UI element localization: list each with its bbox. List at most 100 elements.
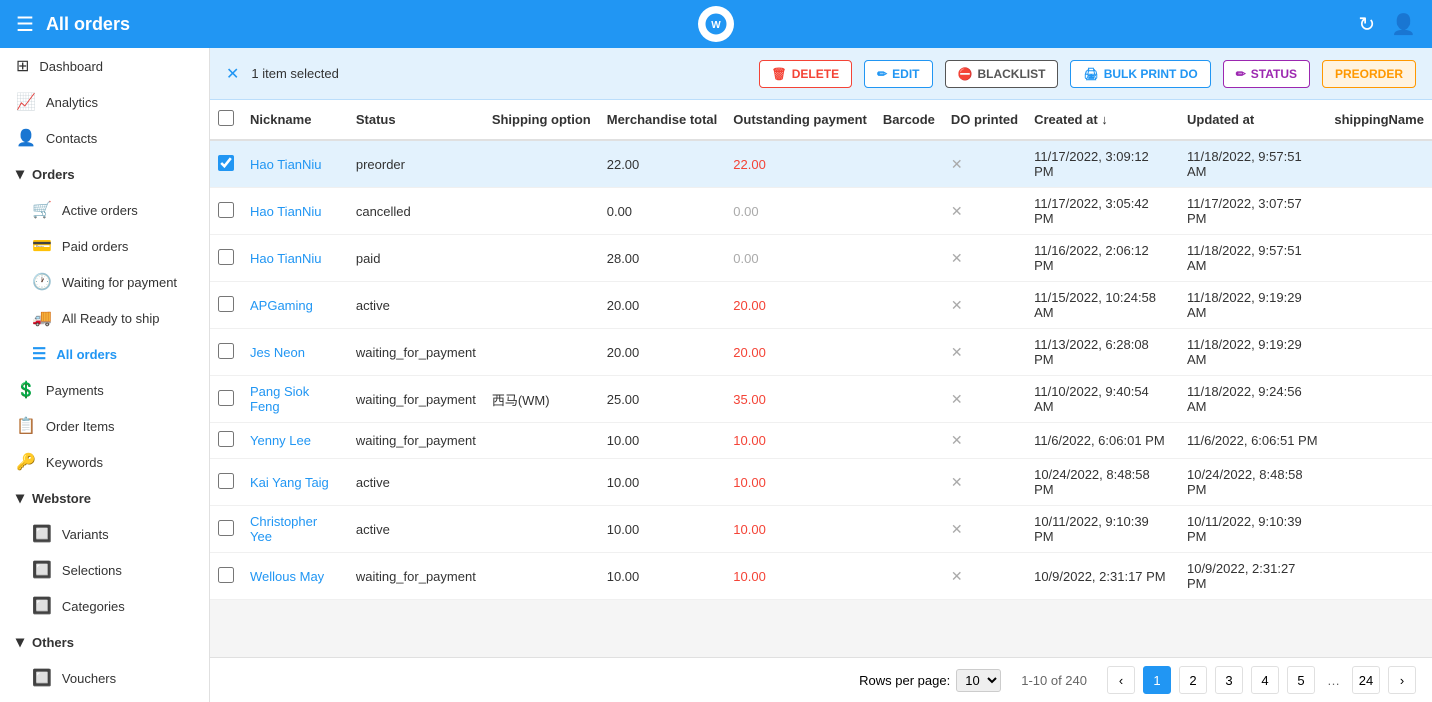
do-printed-toggle[interactable]: ✕ (951, 391, 963, 407)
row-do-printed[interactable]: ✕ (943, 329, 1026, 376)
next-page-button[interactable]: › (1388, 666, 1416, 694)
row-do-printed[interactable]: ✕ (943, 376, 1026, 423)
edit-button[interactable]: ✏ EDIT (864, 60, 932, 88)
header-updated-at[interactable]: Updated at (1179, 100, 1326, 140)
row-checkbox-cell[interactable] (210, 376, 242, 423)
header-checkbox[interactable] (210, 100, 242, 140)
nickname-link[interactable]: Kai Yang Taig (250, 475, 329, 490)
sidebar-item-payments[interactable]: 💲 Payments (0, 372, 209, 408)
row-checkbox[interactable] (218, 343, 234, 359)
do-printed-toggle[interactable]: ✕ (951, 156, 963, 172)
header-merchandise[interactable]: Merchandise total (599, 100, 726, 140)
preorder-button[interactable]: PREORDER (1322, 60, 1416, 88)
nickname-link[interactable]: Christopher Yee (250, 514, 317, 544)
page-4-button[interactable]: 4 (1251, 666, 1279, 694)
nickname-link[interactable]: Hao TianNiu (250, 204, 322, 219)
row-checkbox[interactable] (218, 567, 234, 583)
row-do-printed[interactable]: ✕ (943, 282, 1026, 329)
sidebar-item-dashboard[interactable]: ⊞ Dashboard (0, 48, 209, 84)
row-checkbox-cell[interactable] (210, 188, 242, 235)
delete-button[interactable]: 🗑 DELETE (759, 60, 853, 88)
sidebar-section-others[interactable]: ▾ Others (0, 624, 209, 660)
row-checkbox[interactable] (218, 520, 234, 536)
do-printed-toggle[interactable]: ✕ (951, 568, 963, 584)
row-checkbox[interactable] (218, 155, 234, 171)
sidebar-item-waiting-for-payment[interactable]: 🕐 Waiting for payment (0, 264, 209, 300)
account-icon[interactable]: 👤 (1391, 12, 1416, 37)
page-1-button[interactable]: 1 (1143, 666, 1171, 694)
page-3-button[interactable]: 3 (1215, 666, 1243, 694)
row-checkbox-cell[interactable] (210, 235, 242, 282)
row-checkbox-cell[interactable] (210, 282, 242, 329)
row-checkbox-cell[interactable] (210, 140, 242, 188)
sidebar-item-all-ready-to-ship[interactable]: 🚚 All Ready to ship (0, 300, 209, 336)
do-printed-toggle[interactable]: ✕ (951, 474, 963, 490)
row-checkbox-cell[interactable] (210, 329, 242, 376)
nickname-link[interactable]: APGaming (250, 298, 313, 313)
refresh-icon[interactable]: ↻ (1358, 12, 1375, 37)
sidebar-item-order-items[interactable]: 📋 Order Items (0, 408, 209, 444)
prev-page-button[interactable]: ‹ (1107, 666, 1135, 694)
menu-icon[interactable]: ☰ (16, 12, 34, 37)
page-5-button[interactable]: 5 (1287, 666, 1315, 694)
row-do-printed[interactable]: ✕ (943, 553, 1026, 600)
sidebar-item-contacts[interactable]: 👤 Contacts (0, 120, 209, 156)
page-last-button[interactable]: 24 (1352, 666, 1380, 694)
sidebar-item-active-orders[interactable]: 🛒 Active orders (0, 192, 209, 228)
header-do-printed[interactable]: DO printed (943, 100, 1026, 140)
row-checkbox[interactable] (218, 202, 234, 218)
do-printed-toggle[interactable]: ✕ (951, 250, 963, 266)
blacklist-button[interactable]: ⛔ BLACKLIST (945, 60, 1059, 88)
row-do-printed[interactable]: ✕ (943, 140, 1026, 188)
row-checkbox-cell[interactable] (210, 506, 242, 553)
sidebar-item-tags[interactable]: 🏷 Tags (0, 696, 209, 702)
do-printed-toggle[interactable]: ✕ (951, 297, 963, 313)
row-checkbox-cell[interactable] (210, 553, 242, 600)
row-do-printed[interactable]: ✕ (943, 235, 1026, 282)
row-checkbox[interactable] (218, 473, 234, 489)
row-checkbox[interactable] (218, 296, 234, 312)
bulk-print-button[interactable]: 🖨 BULK PRINT DO (1070, 60, 1210, 88)
nickname-link[interactable]: Yenny Lee (250, 433, 311, 448)
header-created-at[interactable]: Created at ↓ (1026, 100, 1179, 140)
sidebar-item-selections[interactable]: 🔲 Selections (0, 552, 209, 588)
nickname-link[interactable]: Wellous May (250, 569, 324, 584)
page-2-button[interactable]: 2 (1179, 666, 1207, 694)
sidebar-section-webstore[interactable]: ▾ Webstore (0, 480, 209, 516)
sidebar-item-analytics[interactable]: 📈 Analytics (0, 84, 209, 120)
header-shipping-name[interactable]: shippingName (1326, 100, 1432, 140)
nickname-link[interactable]: Jes Neon (250, 345, 305, 360)
sidebar-item-paid-orders[interactable]: 💳 Paid orders (0, 228, 209, 264)
nickname-link[interactable]: Pang Siok Feng (250, 384, 309, 414)
row-do-printed[interactable]: ✕ (943, 506, 1026, 553)
header-nickname[interactable]: Nickname (242, 100, 348, 140)
rows-per-page-select[interactable]: 10 25 50 (956, 669, 1001, 692)
row-checkbox[interactable] (218, 249, 234, 265)
sidebar-item-variants[interactable]: 🔲 Variants (0, 516, 209, 552)
status-button[interactable]: ✏ STATUS (1223, 60, 1310, 88)
row-do-printed[interactable]: ✕ (943, 423, 1026, 459)
row-do-printed[interactable]: ✕ (943, 459, 1026, 506)
header-outstanding[interactable]: Outstanding payment (725, 100, 875, 140)
sidebar-section-orders[interactable]: ▾ Orders (0, 156, 209, 192)
clear-selection-button[interactable]: ✕ (226, 64, 239, 84)
row-checkbox-cell[interactable] (210, 423, 242, 459)
sidebar-item-all-orders[interactable]: ☰ All orders (0, 336, 209, 372)
do-printed-toggle[interactable]: ✕ (951, 521, 963, 537)
sidebar-item-vouchers[interactable]: 🔲 Vouchers (0, 660, 209, 696)
do-printed-toggle[interactable]: ✕ (951, 432, 963, 448)
row-checkbox-cell[interactable] (210, 459, 242, 506)
sidebar-item-categories[interactable]: 🔲 Categories (0, 588, 209, 624)
row-checkbox[interactable] (218, 431, 234, 447)
do-printed-toggle[interactable]: ✕ (951, 344, 963, 360)
header-shipping[interactable]: Shipping option (484, 100, 599, 140)
select-all-checkbox[interactable] (218, 110, 234, 126)
header-barcode[interactable]: Barcode (875, 100, 943, 140)
sidebar-item-keywords[interactable]: 🔑 Keywords (0, 444, 209, 480)
nickname-link[interactable]: Hao TianNiu (250, 157, 322, 172)
row-do-printed[interactable]: ✕ (943, 188, 1026, 235)
header-status[interactable]: Status (348, 100, 484, 140)
do-printed-toggle[interactable]: ✕ (951, 203, 963, 219)
nickname-link[interactable]: Hao TianNiu (250, 251, 322, 266)
row-checkbox[interactable] (218, 390, 234, 406)
